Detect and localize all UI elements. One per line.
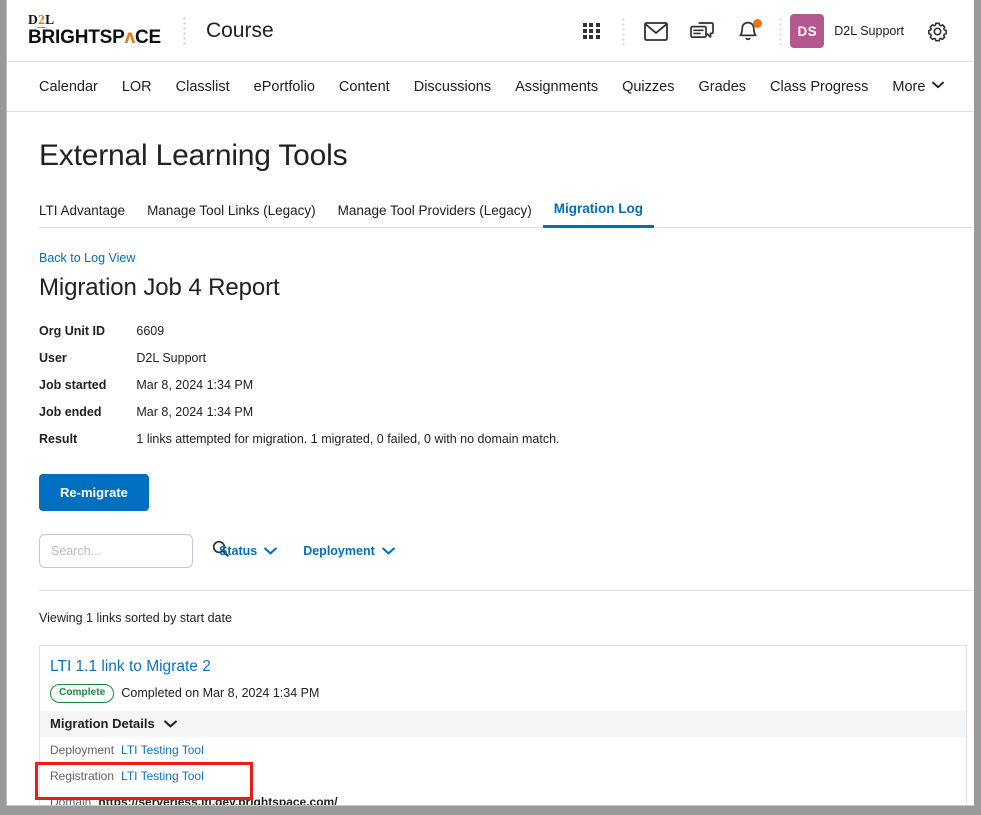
subscriptions-icon[interactable] (679, 8, 725, 54)
nav-item-class-progress[interactable]: Class Progress (758, 73, 880, 101)
detail-row-deployment: Deployment LTI Testing Tool (40, 737, 966, 763)
nav-item-classlist[interactable]: Classlist (164, 73, 242, 101)
nav-item-calendar[interactable]: Calendar (31, 73, 110, 101)
detail-row-registration: Registration LTI Testing Tool (40, 763, 966, 789)
nav-item-discussions[interactable]: Discussions (402, 73, 503, 101)
detail-key: Registration (50, 768, 115, 783)
search-input[interactable] (51, 544, 212, 558)
tab-lti-advantage[interactable]: LTI Advantage (39, 197, 136, 227)
nav-item-eportfolio[interactable]: ePortfolio (242, 73, 327, 101)
course-navigation: Calendar LOR Classlist ePortfolio Conten… (7, 62, 974, 112)
browser-page: D2L BRIGHTSPʌCE Course DS D2L Support Ca… (6, 0, 975, 806)
table-row: Job started Mar 8, 2024 1:34 PM (39, 371, 560, 398)
report-title: Migration Job 4 Report (39, 274, 280, 301)
meta-value: D2L Support (136, 350, 207, 365)
table-row: Org Unit ID 6609 (39, 317, 560, 344)
deployment-filter-dropdown[interactable]: Deployment (303, 544, 395, 558)
email-icon[interactable] (633, 8, 679, 54)
table-row: Job ended Mar 8, 2024 1:34 PM (39, 398, 560, 425)
chevron-down-icon (264, 544, 278, 558)
table-row: Result 1 links attempted for migration. … (39, 425, 560, 452)
course-label[interactable]: Course (206, 19, 274, 43)
top-bar-actions: DS D2L Support (568, 0, 960, 62)
meta-value: 6609 (136, 323, 165, 338)
brightspace-logo[interactable]: D2L BRIGHTSPʌCE (28, 12, 161, 48)
detail-row-domain: Domain https://serverless.lti.dev.bright… (40, 789, 966, 806)
migration-details-toggle[interactable]: Migration Details (40, 710, 966, 737)
meta-value: Mar 8, 2024 1:34 PM (136, 404, 254, 419)
tab-manage-tool-providers[interactable]: Manage Tool Providers (Legacy) (327, 197, 543, 227)
tab-manage-tool-links[interactable]: Manage Tool Links (Legacy) (136, 197, 327, 227)
status-badge: Complete (50, 684, 115, 703)
nav-item-grades[interactable]: Grades (686, 73, 758, 101)
chevron-down-icon (381, 544, 395, 558)
filter-bar: Status Deployment (39, 534, 948, 568)
back-to-log-view-link[interactable]: Back to Log View (39, 251, 135, 265)
detail-value-domain: https://serverless.lti.dev.brightspace.c… (98, 794, 338, 806)
detail-key: Deployment (50, 742, 115, 757)
table-row: User D2L Support (39, 344, 560, 371)
status-filter-label: Status (219, 544, 258, 558)
nav-item-quizzes[interactable]: Quizzes (610, 73, 686, 101)
meta-key: User (39, 350, 67, 365)
meta-value: 1 links attempted for migration. 1 migra… (136, 431, 560, 446)
divider (39, 590, 974, 591)
detail-key: Domain (50, 794, 92, 806)
report-meta-table: Org Unit ID 6609 User D2L Support Job st… (39, 317, 560, 452)
viewing-summary: Viewing 1 links sorted by start date (39, 611, 232, 625)
re-migrate-button[interactable]: Re-migrate (39, 474, 149, 511)
separator-dots-2 (622, 17, 626, 45)
chevron-down-icon (932, 77, 945, 93)
separator-dots-3 (779, 17, 783, 45)
meta-key: Org Unit ID (39, 323, 105, 338)
migration-link-title[interactable]: LTI 1.1 link to Migrate 2 (50, 658, 966, 676)
nav-item-more[interactable]: More (880, 73, 956, 101)
detail-value-deployment[interactable]: LTI Testing Tool (121, 743, 204, 757)
chevron-down-icon (163, 716, 177, 731)
deployment-filter-label: Deployment (303, 544, 375, 558)
status-completed-text: Completed on Mar 8, 2024 1:34 PM (121, 686, 320, 701)
status-filter-dropdown[interactable]: Status (219, 544, 278, 558)
page-title: External Learning Tools (39, 139, 348, 172)
nav-item-assignments[interactable]: Assignments (503, 73, 610, 101)
brightspace-wordmark: BRIGHTSPʌCE (28, 27, 161, 48)
gear-icon[interactable] (914, 8, 960, 54)
meta-value: Mar 8, 2024 1:34 PM (136, 377, 254, 392)
meta-key: Result (39, 431, 78, 446)
d2l-wordmark: D2L (28, 12, 55, 28)
meta-key: Job started (39, 377, 107, 392)
migration-result-card: LTI 1.1 link to Migrate 2 Complete Compl… (39, 645, 967, 806)
notifications-icon[interactable] (725, 8, 771, 54)
tab-bar: LTI Advantage Manage Tool Links (Legacy)… (39, 195, 974, 228)
top-navigation-bar: D2L BRIGHTSPʌCE Course DS D2L Support (7, 0, 974, 62)
user-name[interactable]: D2L Support (834, 24, 904, 38)
waffle-icon[interactable] (568, 8, 614, 54)
notification-badge (753, 19, 763, 28)
nav-item-content[interactable]: Content (327, 73, 402, 101)
separator-dots (182, 15, 186, 46)
detail-value-registration[interactable]: LTI Testing Tool (121, 769, 204, 783)
brand-caret-icon: ʌ (124, 27, 136, 48)
migration-details-label: Migration Details (50, 715, 155, 731)
search-box[interactable] (39, 534, 229, 568)
nav-item-more-label: More (892, 78, 926, 95)
tab-migration-log[interactable]: Migration Log (542, 195, 655, 228)
meta-key: Job ended (39, 404, 102, 419)
avatar[interactable]: DS (790, 14, 825, 48)
nav-item-lor[interactable]: LOR (110, 73, 164, 101)
status-line: Complete Completed on Mar 8, 2024 1:34 P… (50, 684, 966, 703)
main-content: External Learning Tools LTI Advantage Ma… (7, 139, 974, 806)
